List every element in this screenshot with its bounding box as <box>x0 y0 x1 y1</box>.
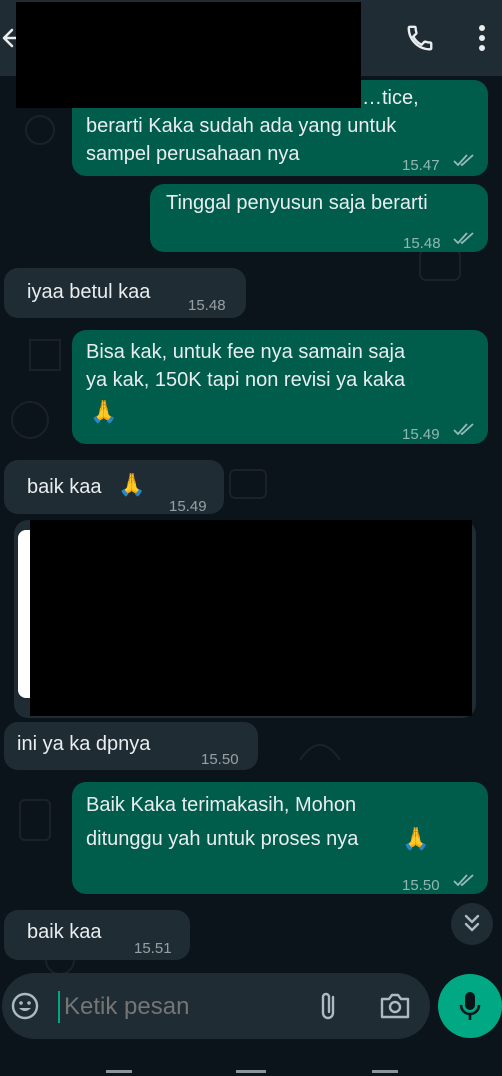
message-time: 15.49 <box>169 498 207 515</box>
voice-call-button[interactable] <box>402 20 438 56</box>
more-vertical-icon <box>479 25 485 51</box>
redacted-image <box>30 520 472 716</box>
read-receipt-icon <box>453 874 474 887</box>
image-message[interactable] <box>14 520 476 718</box>
message-outgoing[interactable]: Tinggal penyusun saja berarti 15.48 <box>150 184 488 252</box>
emoji-icon <box>11 992 39 1020</box>
message-text-line: Baik Kaka terimakasih, Mohon <box>86 794 357 816</box>
double-chevron-down-icon <box>464 914 480 932</box>
message-time: 15.49 <box>402 426 440 443</box>
message-outgoing[interactable]: Baik Kaka terimakasih, Mohon ditunggu ya… <box>72 782 488 894</box>
message-time: 15.50 <box>402 877 440 894</box>
message-time: 15.48 <box>403 235 441 252</box>
message-incoming[interactable]: iyaa betul kaa 15.48 <box>4 268 246 318</box>
attach-button[interactable] <box>314 989 344 1023</box>
message-text-line: Bisa kak, untuk fee nya samain saja <box>86 341 406 363</box>
message-text-line: …tice, <box>362 87 419 109</box>
message-outgoing[interactable]: Bisa kak, untuk fee nya samain saja ya k… <box>72 330 488 444</box>
message-time: 15.48 <box>188 297 226 314</box>
message-text-line: ditunggu yah untuk proses nya <box>86 828 359 850</box>
paperclip-icon <box>321 992 335 1020</box>
message-text-line: sampel perusahaan nya <box>86 143 300 165</box>
voice-message-button[interactable] <box>438 974 502 1038</box>
redacted-contact-info <box>16 2 361 108</box>
message-time: 15.50 <box>201 751 239 768</box>
message-text-line: berarti Kaka sudah ada yang untuk <box>86 115 397 137</box>
microphone-icon <box>459 992 481 1020</box>
pray-emoji: 🙏 <box>118 473 146 498</box>
nav-recents-button[interactable] <box>106 1070 132 1073</box>
more-options-button[interactable] <box>468 20 496 56</box>
read-receipt-icon <box>453 154 474 167</box>
scroll-to-bottom-button[interactable] <box>451 903 493 945</box>
message-text-line: baik kaa <box>27 476 102 498</box>
phone-icon <box>407 25 433 51</box>
emoji-button[interactable] <box>10 991 40 1021</box>
system-nav-bar <box>0 1048 502 1076</box>
message-time: 15.51 <box>134 940 172 957</box>
nav-home-button[interactable] <box>236 1070 266 1073</box>
message-text-line: ini ya ka dpnya <box>17 733 151 755</box>
message-text-line: iyaa betul kaa <box>27 281 151 303</box>
message-text-line: Tinggal penyusun saja berarti <box>166 192 428 214</box>
read-receipt-icon <box>453 232 474 245</box>
camera-button[interactable] <box>378 991 412 1021</box>
pray-emoji: 🙏 <box>402 827 430 852</box>
message-incoming[interactable]: ini ya ka dpnya 15.50 <box>4 722 258 770</box>
pray-emoji: 🙏 <box>90 400 118 425</box>
message-incoming[interactable]: baik kaa 🙏 15.49 <box>4 460 224 515</box>
message-text-line: baik kaa <box>27 921 102 943</box>
message-composer <box>2 973 430 1039</box>
camera-icon <box>380 993 410 1019</box>
message-input[interactable] <box>62 987 306 1027</box>
nav-back-button[interactable] <box>372 1070 398 1073</box>
message-time: 15.47 <box>402 157 440 174</box>
message-incoming[interactable]: baik kaa 15.51 <box>4 910 190 960</box>
read-receipt-icon <box>453 423 474 436</box>
text-cursor <box>58 991 60 1023</box>
message-text-line: ya kak, 150K tapi non revisi ya kaka <box>86 369 406 391</box>
